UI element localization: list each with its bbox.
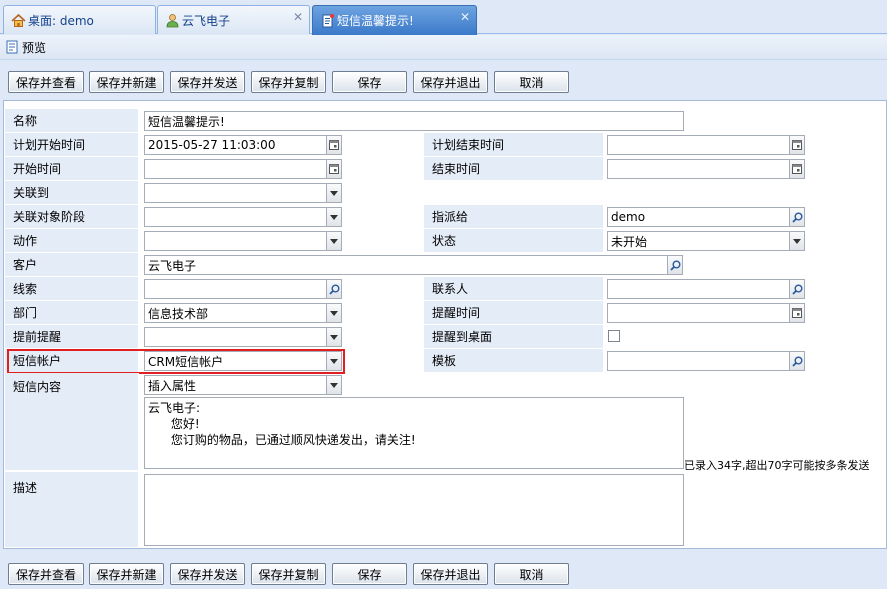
remind-desktop-checkbox[interactable] [608, 330, 620, 342]
related-stage-select[interactable] [144, 207, 327, 227]
calendar-icon[interactable] [789, 303, 805, 323]
start-label: 开始时间 [5, 157, 139, 181]
chevron-down-icon[interactable] [326, 375, 342, 395]
related-select[interactable] [144, 183, 327, 203]
plan-end-label: 计划结束时间 [424, 133, 604, 157]
end-label: 结束时间 [424, 157, 604, 181]
description-label: 描述 [5, 472, 139, 548]
sms-line: 云飞电子: [148, 401, 201, 415]
preview-link[interactable]: 预览 [22, 39, 46, 56]
search-icon[interactable] [789, 351, 805, 371]
plan-start-input[interactable]: 2015-05-27 11:03:00 [144, 135, 327, 155]
tab-customer[interactable]: 云飞电子 ✕ [157, 5, 310, 34]
save-exit-button[interactable]: 保存并退出 [413, 71, 488, 93]
cancel-button[interactable]: 取消 [494, 71, 569, 93]
chevron-down-icon[interactable] [326, 327, 342, 347]
dept-label: 部门 [5, 301, 139, 325]
end-input[interactable] [607, 159, 790, 179]
save-send-button[interactable]: 保存并发送 [170, 71, 245, 93]
save-view-button[interactable]: 保存并查看 [8, 71, 84, 93]
close-icon[interactable]: ✕ [460, 10, 470, 24]
remind-time-input[interactable] [607, 303, 790, 323]
sms-content-label: 短信内容 [5, 373, 139, 471]
search-icon[interactable] [789, 207, 805, 227]
search-icon[interactable] [326, 279, 342, 299]
related-label: 关联到 [5, 181, 139, 205]
remind-time-label: 提醒时间 [424, 301, 604, 325]
cancel-button[interactable]: 取消 [494, 563, 569, 585]
action-label: 动作 [5, 229, 139, 253]
save-new-button[interactable]: 保存并新建 [89, 71, 164, 93]
top-toolbar: 保存并查看 保存并新建 保存并发送 保存并复制 保存 保存并退出 取消 [0, 66, 887, 100]
plan-end-input[interactable] [607, 135, 790, 155]
assign-input[interactable]: demo [607, 207, 790, 227]
calendar-icon[interactable] [789, 159, 805, 179]
sms-line: 您订购的物品，已通过顺风快递发出，请关注! [148, 433, 416, 447]
calendar-icon[interactable] [326, 159, 342, 179]
home-icon [11, 13, 26, 27]
save-exit-button[interactable]: 保存并退出 [413, 563, 488, 585]
tab-bar: 桌面: demo 云飞电子 ✕ 短信温馨提示! ✕ [0, 0, 887, 35]
document-icon [322, 14, 334, 28]
search-icon[interactable] [667, 255, 683, 275]
save-copy-button[interactable]: 保存并复制 [251, 563, 326, 585]
insert-attribute-select[interactable]: 插入属性 [144, 375, 327, 395]
status-label: 状态 [424, 229, 604, 253]
highlight-box [7, 349, 345, 374]
dept-select[interactable]: 信息技术部 [144, 303, 327, 323]
tab-label: 短信温馨提示! [337, 14, 414, 28]
plan-start-label: 计划开始时间 [5, 133, 139, 157]
template-input[interactable] [607, 351, 790, 371]
template-label: 模板 [424, 349, 604, 373]
tab-desktop[interactable]: 桌面: demo [3, 5, 156, 34]
save-copy-button[interactable]: 保存并复制 [251, 71, 326, 93]
tab-sms[interactable]: 短信温馨提示! ✕ [312, 5, 477, 35]
calendar-icon[interactable] [326, 135, 342, 155]
chevron-down-icon[interactable] [789, 231, 805, 251]
name-label: 名称 [5, 109, 139, 133]
advance-select[interactable] [144, 327, 327, 347]
save-button[interactable]: 保存 [332, 563, 407, 585]
tab-label: 云飞电子 [182, 13, 231, 28]
customer-input[interactable]: 云飞电子 [144, 255, 668, 275]
save-button[interactable]: 保存 [332, 71, 407, 93]
sms-line: 您好! [148, 417, 200, 431]
activity-form: 名称 短信温馨提示! 计划开始时间 2015-05-27 11:03:00 计划… [3, 100, 887, 549]
start-input[interactable] [144, 159, 327, 179]
status-select[interactable]: 未开始 [607, 231, 790, 251]
chevron-down-icon[interactable] [326, 183, 342, 203]
advance-label: 提前提醒 [5, 325, 139, 349]
close-icon[interactable]: ✕ [293, 10, 303, 24]
description-textarea[interactable] [144, 474, 684, 546]
sms-counter: 已录入34字,超出70字可能按多条发送 [684, 459, 870, 472]
contact-input[interactable] [607, 279, 790, 299]
assign-label: 指派给 [424, 205, 604, 229]
tab-label: 桌面: demo [28, 13, 94, 28]
related-stage-label: 关联对象阶段 [5, 205, 139, 229]
lead-label: 线索 [5, 277, 139, 301]
contact-label: 联系人 [424, 277, 604, 301]
save-view-button[interactable]: 保存并查看 [8, 563, 84, 585]
customer-label: 客户 [5, 253, 139, 277]
chevron-down-icon[interactable] [326, 231, 342, 251]
user-icon [166, 14, 179, 28]
preview-bar: 预览 [0, 35, 887, 60]
search-icon[interactable] [789, 279, 805, 299]
lead-input[interactable] [144, 279, 327, 299]
chevron-down-icon[interactable] [326, 207, 342, 227]
action-select[interactable] [144, 231, 327, 251]
sms-content-textarea[interactable]: 云飞电子: 您好! 您订购的物品，已通过顺风快递发出，请关注! [144, 397, 684, 469]
preview-icon [6, 40, 18, 54]
name-input[interactable]: 短信温馨提示! [144, 111, 684, 131]
remind-desktop-label: 提醒到桌面 [424, 325, 604, 349]
calendar-icon[interactable] [789, 135, 805, 155]
chevron-down-icon[interactable] [326, 303, 342, 323]
save-send-button[interactable]: 保存并发送 [170, 563, 245, 585]
save-new-button[interactable]: 保存并新建 [89, 563, 164, 585]
bottom-toolbar: 保存并查看 保存并新建 保存并发送 保存并复制 保存 保存并退出 取消 [0, 558, 887, 589]
